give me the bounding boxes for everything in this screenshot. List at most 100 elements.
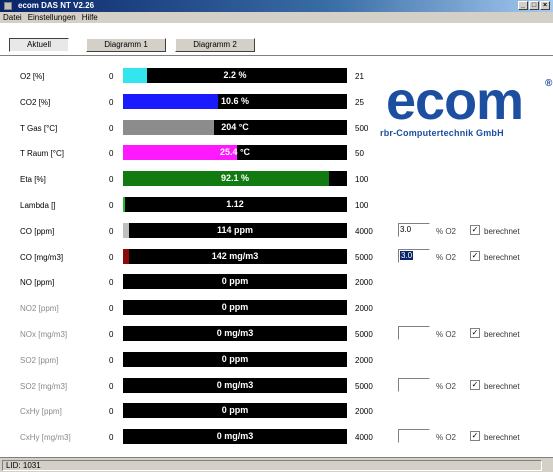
- window-title: ecom DAS NT V2.26: [18, 1, 95, 10]
- close-button[interactable]: ×: [540, 1, 550, 10]
- measurement-row: CxHy [mg/m3] 0 0 mg/m3 4000 % O2 ✓ berechnet: [0, 426, 553, 448]
- scale-min: 0: [109, 72, 114, 81]
- value-bar: 2.2 %: [123, 68, 347, 83]
- berechnet-label: berechnet: [484, 381, 520, 391]
- divider: [0, 55, 553, 56]
- scale-max: 500: [355, 123, 369, 133]
- value-bar: 0 mg/m3: [123, 429, 347, 445]
- scale-max: 2000: [355, 407, 373, 417]
- berechnet-checkbox[interactable]: ✓: [470, 224, 480, 235]
- measurement-label: T Gas [°C]: [20, 123, 58, 133]
- value-bar: 0 ppm: [123, 351, 347, 367]
- o2-reference-input[interactable]: [398, 429, 430, 444]
- measurement-row: NO2 [ppm] 0 0 ppm 2000: [0, 297, 553, 319]
- berechnet-label: berechnet: [484, 433, 520, 443]
- scale-max: 4000: [355, 433, 373, 443]
- scale-max: 5000: [355, 381, 373, 391]
- scale-max: 2000: [355, 355, 373, 365]
- measurement-label: SO2 [mg/m3]: [20, 381, 68, 391]
- o2-unit-label: % O2: [436, 226, 457, 236]
- measurement-label: Eta [%]: [20, 175, 46, 185]
- bar-value: 1.12: [226, 199, 244, 209]
- bar-value: 2.2 %: [223, 70, 247, 80]
- value-bar: 0 mg/m3: [123, 326, 347, 341]
- title-bar: ecom DAS NT V2.26 _ □ ×: [0, 0, 553, 12]
- measurement-row: CO [ppm] 0 114 ppm 4000 3.0 % O2 ✓ berechnet: [0, 220, 553, 242]
- value-bar: 114 ppm: [123, 222, 347, 238]
- value-bar: 92.1 %: [123, 171, 347, 187]
- measurement-row: T Raum [°C] 0 25.4 °C 50: [0, 142, 553, 164]
- measurement-row: CO [mg/m3] 0 142 mg/m3 5000 3.0 % O2 ✓ berechne…: [0, 246, 553, 268]
- measurement-row: CO2 [%] 0 10.6 % 25: [0, 91, 553, 113]
- bar-value: 25.4 °C: [219, 147, 251, 158]
- scale-max: 5000: [355, 330, 373, 339]
- scale-max: 4000: [355, 226, 373, 236]
- scale-max: 2000: [355, 304, 373, 314]
- scale-min: 0: [109, 381, 114, 391]
- tab-diagramm-1[interactable]: Diagramm 1: [86, 38, 166, 52]
- scale-min: 0: [109, 304, 114, 314]
- window-controls: _ □ ×: [518, 1, 550, 10]
- berechnet-checkbox[interactable]: ✓: [470, 250, 480, 261]
- o2-unit-label: % O2: [436, 252, 457, 262]
- scale-max: 21: [355, 72, 364, 81]
- o2-reference-input[interactable]: 3.0: [398, 248, 430, 263]
- tab-aktuell[interactable]: Aktuell: [9, 38, 69, 52]
- tab-bar: Aktuell Diagramm 1 Diagramm 2: [0, 23, 553, 55]
- o2-reference-value: 3.0: [400, 224, 412, 234]
- measurement-row: SO2 [mg/m3] 0 0 mg/m3 5000 % O2 ✓ berechnet: [0, 375, 553, 397]
- scale-max: 100: [355, 201, 369, 210]
- measurement-row: NOx [mg/m3] 0 0 mg/m3 5000 % O2 ✓ berechnet: [0, 323, 553, 345]
- measurement-label: CO2 [%]: [20, 97, 51, 107]
- measurement-label: CO [ppm]: [20, 226, 55, 236]
- measurement-row: Lambda [] 0 1.12 100: [0, 194, 553, 216]
- maximize-button[interactable]: □: [529, 1, 539, 10]
- value-bar: 142 mg/m3: [123, 248, 347, 264]
- value-bar: 0 mg/m3: [123, 377, 347, 393]
- bar-value: 114 ppm: [216, 224, 254, 235]
- bar-value: 0 ppm: [221, 276, 249, 287]
- berechnet-checkbox[interactable]: ✓: [470, 328, 480, 338]
- scale-min: 0: [109, 355, 114, 365]
- o2-unit-label: % O2: [436, 381, 457, 391]
- bar-value: 0 ppm: [221, 302, 249, 313]
- berechnet-checkbox[interactable]: ✓: [470, 379, 480, 390]
- scale-max: 5000: [355, 252, 373, 262]
- bar-value: 0 ppm: [221, 353, 249, 364]
- bar-value: 0 mg/m3: [216, 328, 254, 338]
- scale-min: 0: [109, 97, 114, 107]
- measurement-label: T Raum [°C]: [20, 149, 64, 159]
- scale-min: 0: [109, 123, 114, 133]
- value-bar: 0 ppm: [123, 300, 347, 316]
- o2-unit-label: % O2: [436, 433, 457, 443]
- measurement-row: Eta [%] 0 92.1 % 100: [0, 168, 553, 190]
- measurement-row: CxHy [ppm] 0 0 ppm 2000: [0, 400, 553, 422]
- measurement-row: SO2 [ppm] 0 0 ppm 2000: [0, 349, 553, 371]
- berechnet-checkbox[interactable]: ✓: [470, 431, 480, 442]
- berechnet-label: berechnet: [484, 252, 520, 262]
- bar-value: 0 ppm: [221, 405, 249, 416]
- measurement-label: CxHy [ppm]: [20, 407, 62, 417]
- menu-hilfe[interactable]: Hilfe: [79, 12, 101, 23]
- value-bar: 204 °C: [123, 119, 347, 135]
- status-lid: LID: 1031: [2, 460, 542, 471]
- value-bar: 0 ppm: [123, 274, 347, 290]
- o2-reference-input[interactable]: [398, 377, 430, 392]
- tab-diagramm-2[interactable]: Diagramm 2: [175, 38, 255, 52]
- menu-einstellungen[interactable]: Einstellungen: [25, 12, 79, 23]
- scale-min: 0: [109, 201, 114, 210]
- scale-max: 2000: [355, 278, 373, 288]
- scale-min: 0: [109, 226, 114, 236]
- o2-reference-input[interactable]: 3.0: [398, 222, 430, 237]
- minimize-button[interactable]: _: [518, 1, 528, 10]
- berechnet-label: berechnet: [484, 330, 520, 339]
- scale-max: 100: [355, 175, 369, 185]
- menu-datei[interactable]: Datei: [0, 12, 25, 23]
- o2-reference-input[interactable]: [398, 326, 430, 340]
- measurement-row: T Gas [°C] 0 204 °C 500: [0, 117, 553, 139]
- scale-max: 50: [355, 149, 364, 159]
- bar-value: 92.1 %: [220, 173, 250, 184]
- measurement-label: NO2 [ppm]: [20, 304, 59, 314]
- scale-min: 0: [109, 407, 114, 417]
- measurement-label: NO [ppm]: [20, 278, 55, 288]
